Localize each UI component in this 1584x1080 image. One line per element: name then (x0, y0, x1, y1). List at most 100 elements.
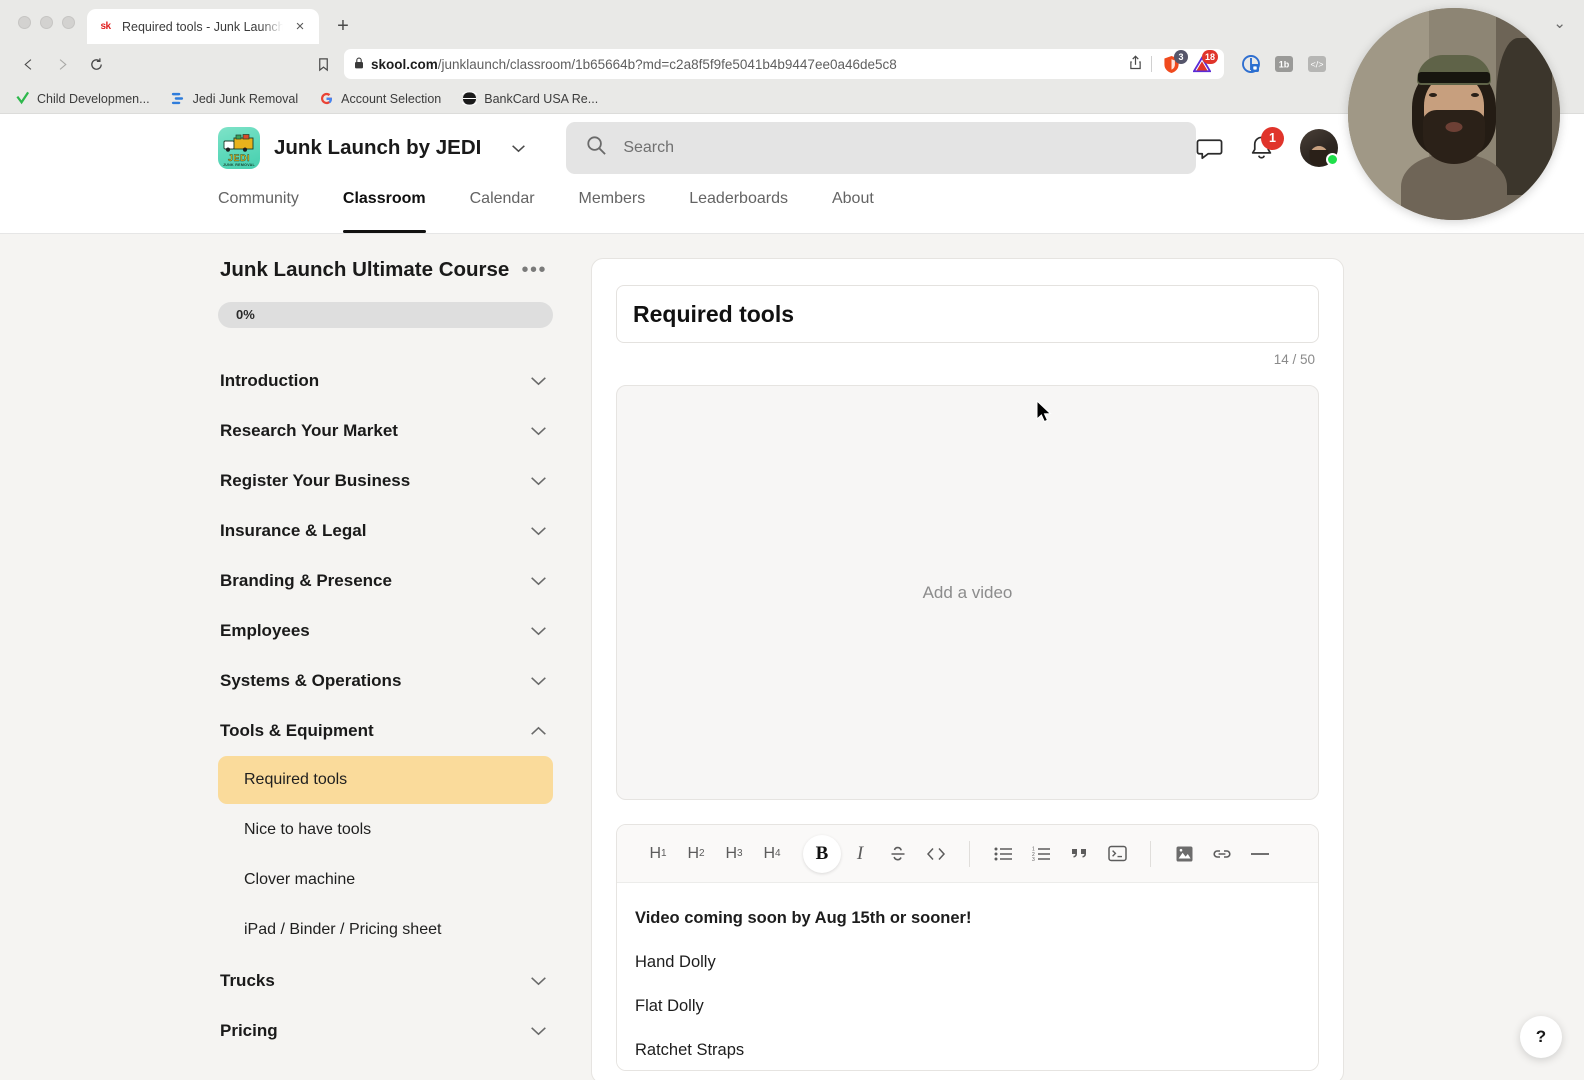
sidebar-section-trucks[interactable]: Trucks (218, 956, 553, 1006)
section-label: Tools & Equipment (220, 720, 374, 740)
heading-1-button[interactable]: H1 (639, 835, 677, 873)
tab-title: Required tools - Junk Launch U (122, 19, 283, 34)
bookmark-item[interactable]: Child Developmen... (14, 91, 150, 107)
avatar[interactable] (1300, 129, 1339, 167)
strikethrough-button[interactable] (879, 835, 917, 873)
privacy-extension-icon[interactable] (1240, 53, 1262, 75)
warning-badge-count: 18 (1201, 49, 1218, 64)
google-icon (318, 91, 334, 107)
progress-percent-label: 0% (236, 307, 255, 323)
section-label: Introduction (220, 370, 320, 390)
svg-text:</>: </> (1310, 60, 1323, 70)
new-tab-button[interactable]: + (329, 12, 357, 40)
back-button[interactable] (12, 49, 44, 79)
heading-2-button[interactable]: H2 (677, 835, 715, 873)
heading-4-button[interactable]: H4 (753, 835, 791, 873)
chevron-down-icon (530, 426, 547, 436)
share-icon[interactable] (1129, 55, 1142, 73)
brave-shields-icon[interactable]: 3 (1161, 49, 1188, 75)
sidebar-lesson-ipad-binder-pricing-sheet[interactable]: iPad / Binder / Pricing sheet (218, 906, 553, 954)
editor-content[interactable]: Video coming soon by Aug 15th or sooner!… (617, 883, 1318, 1070)
insert-image-button[interactable] (1165, 835, 1203, 873)
onetab-extension-icon[interactable]: 1b (1273, 53, 1295, 75)
app-nav-tabs: Community Classroom Calendar Members Lea… (0, 182, 1584, 234)
search-input[interactable]: Search (566, 122, 1196, 174)
brave-badge-count: 3 (1174, 49, 1188, 64)
tab-classroom[interactable]: Classroom (342, 182, 448, 233)
chat-bubble-icon[interactable] (1196, 135, 1223, 162)
sidebar-section-branding-and-presence[interactable]: Branding & Presence (218, 556, 553, 606)
bookmark-icon[interactable] (310, 51, 336, 77)
lesson-title-input[interactable]: Required tools (616, 285, 1319, 343)
lesson-title-value: Required tools (633, 300, 795, 327)
numbered-list-button[interactable]: 123 (1022, 835, 1060, 873)
tab-label: Leaderboards (689, 190, 788, 207)
sidebar-section-insurance-and-legal[interactable]: Insurance & Legal (218, 506, 553, 556)
app-header: JEDI JUNK REMOVAL Junk Launch by JEDI Se… (0, 114, 1584, 182)
code-block-button[interactable] (1098, 835, 1136, 873)
tab-members[interactable]: Members (579, 182, 668, 233)
course-options-button[interactable]: ••• (521, 258, 547, 280)
svg-text:3: 3 (1032, 857, 1035, 862)
close-tab-button[interactable]: × (291, 18, 309, 36)
italic-button[interactable]: I (841, 835, 879, 873)
bullet-list-button[interactable] (984, 835, 1022, 873)
editor-paragraph: Video coming soon by Aug 15th or sooner! (635, 909, 972, 927)
tab-about[interactable]: About (832, 182, 896, 233)
sidebar-section-register-your-business[interactable]: Register Your Business (218, 456, 553, 506)
code-extension-icon[interactable]: </> (1306, 53, 1328, 75)
sidebar-section-introduction[interactable]: Introduction (218, 356, 553, 406)
lesson-label: iPad / Binder / Pricing sheet (244, 920, 442, 938)
close-window-button[interactable] (18, 15, 31, 29)
sidebar-lesson-required-tools[interactable]: Required tools (218, 755, 553, 804)
skool-favicon: sk (97, 18, 114, 35)
browser-nav-bar: skool.com/junklaunch/classroom/1b65664b?… (0, 44, 1584, 84)
bookmark-item[interactable]: Account Selection (318, 91, 441, 107)
notification-bell-icon[interactable]: 1 (1249, 126, 1284, 162)
address-bar[interactable]: skool.com/junklaunch/classroom/1b65664b?… (344, 49, 1224, 79)
sidebar-section-employees[interactable]: Employees (218, 606, 553, 656)
sidebar-lesson-clover-machine[interactable]: Clover machine (218, 856, 553, 904)
divider (1151, 56, 1152, 72)
warning-extension-icon[interactable]: 18 (1191, 49, 1218, 75)
horizontal-rule-button[interactable] (1241, 835, 1279, 873)
chevron-down-icon[interactable] (511, 141, 526, 156)
insert-link-button[interactable] (1203, 835, 1241, 873)
bookmarks-bar: Child Developmen... Jedi Junk Removal Ac… (0, 84, 1584, 114)
tab-leaderboards[interactable]: Leaderboards (689, 182, 810, 233)
skool-app: JEDI JUNK REMOVAL Junk Launch by JEDI Se… (0, 114, 1584, 1080)
logo-subtitle: JUNK REMOVAL (222, 163, 256, 167)
reload-button[interactable] (80, 49, 112, 79)
help-button[interactable]: ? (1520, 1016, 1562, 1058)
editor-paragraph: Hand Dolly (635, 953, 716, 971)
browser-tab[interactable]: sk Required tools - Junk Launch U × (87, 9, 319, 44)
chevron-down-icon (530, 376, 547, 386)
maximize-window-button[interactable] (62, 15, 75, 29)
url-text: skool.com/junklaunch/classroom/1b65664b?… (371, 57, 1122, 72)
inline-code-button[interactable] (917, 835, 955, 873)
sidebar-section-systems-and-operations[interactable]: Systems & Operations (218, 656, 553, 706)
chevron-down-icon (530, 526, 547, 536)
section-label: Employees (220, 620, 310, 640)
tab-calendar[interactable]: Calendar (470, 182, 557, 233)
heading-3-button[interactable]: H3 (715, 835, 753, 873)
course-header: Junk Launch Ultimate Course ••• (218, 258, 553, 283)
window-controls[interactable] (14, 0, 87, 44)
blockquote-button[interactable] (1060, 835, 1098, 873)
sidebar-lesson-nice-to-have-tools[interactable]: Nice to have tools (218, 806, 553, 854)
sidebar-section-pricing[interactable]: Pricing (218, 1006, 553, 1056)
bold-button[interactable]: B (803, 834, 841, 873)
sidebar-section-tools-and-equipment[interactable]: Tools & Equipment (218, 706, 553, 756)
tab-community[interactable]: Community (218, 182, 321, 233)
section-label: Systems & Operations (220, 670, 402, 690)
add-video-dropzone[interactable]: Add a video (616, 385, 1319, 800)
webcam-hanging-coat (1496, 37, 1552, 195)
course-sidebar: Junk Launch Ultimate Course ••• 0% Intro… (218, 258, 563, 1080)
brand[interactable]: JEDI JUNK REMOVAL Junk Launch by JEDI (218, 127, 526, 169)
sidebar-section-research-your-market[interactable]: Research Your Market (218, 406, 553, 456)
bookmark-item[interactable]: Jedi Junk Removal (170, 91, 298, 107)
minimize-window-button[interactable] (40, 15, 53, 29)
forward-button[interactable] (46, 49, 78, 79)
section-label: Research Your Market (220, 420, 398, 440)
bookmark-item[interactable]: BankCard USA Re... (461, 91, 598, 107)
